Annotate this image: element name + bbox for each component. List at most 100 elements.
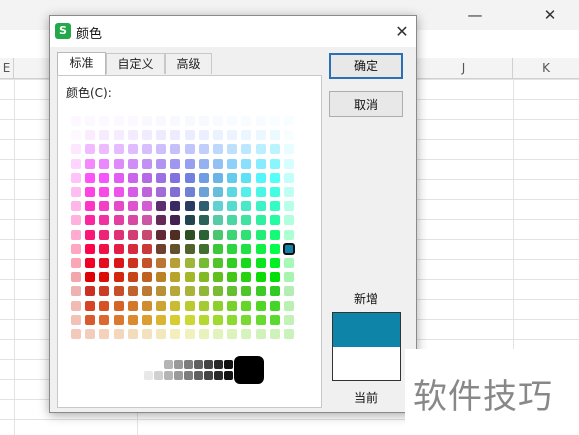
color-swatch[interactable] bbox=[85, 116, 96, 126]
color-swatch[interactable] bbox=[241, 158, 252, 169]
color-swatch[interactable] bbox=[170, 116, 181, 126]
color-swatch[interactable] bbox=[213, 116, 223, 126]
color-swatch[interactable] bbox=[71, 300, 81, 311]
color-swatch[interactable] bbox=[255, 272, 266, 283]
color-swatch[interactable] bbox=[255, 215, 266, 226]
color-swatch[interactable] bbox=[284, 187, 294, 197]
color-swatch[interactable] bbox=[227, 201, 238, 212]
color-swatch[interactable] bbox=[127, 300, 138, 311]
color-swatch[interactable] bbox=[142, 329, 152, 339]
color-swatch[interactable] bbox=[85, 215, 96, 226]
color-swatch[interactable] bbox=[213, 172, 223, 183]
color-swatch[interactable] bbox=[142, 300, 152, 311]
gray-swatch[interactable] bbox=[204, 360, 213, 369]
color-swatch[interactable] bbox=[170, 172, 181, 183]
color-swatch[interactable] bbox=[71, 258, 81, 268]
color-swatch[interactable] bbox=[213, 329, 223, 339]
color-swatch[interactable] bbox=[227, 229, 238, 240]
color-swatch[interactable] bbox=[156, 144, 167, 155]
color-swatch[interactable] bbox=[255, 243, 266, 254]
color-swatch[interactable] bbox=[255, 329, 266, 339]
color-swatch[interactable] bbox=[127, 286, 138, 297]
color-swatch[interactable] bbox=[241, 286, 252, 297]
color-swatch[interactable] bbox=[198, 300, 209, 311]
color-swatch[interactable] bbox=[142, 158, 152, 169]
color-swatch[interactable] bbox=[170, 300, 181, 311]
color-swatch[interactable] bbox=[184, 272, 195, 283]
color-swatch[interactable] bbox=[227, 172, 238, 183]
color-swatch[interactable] bbox=[269, 116, 280, 126]
color-swatch[interactable] bbox=[170, 272, 181, 283]
color-swatch[interactable] bbox=[113, 215, 124, 226]
color-swatch[interactable] bbox=[213, 300, 223, 311]
color-swatch[interactable] bbox=[255, 258, 266, 268]
color-swatch[interactable] bbox=[184, 258, 195, 268]
color-swatch[interactable] bbox=[170, 201, 181, 212]
gray-swatch[interactable] bbox=[174, 360, 183, 369]
gray-swatch[interactable] bbox=[184, 360, 193, 369]
color-swatch[interactable] bbox=[241, 229, 252, 240]
color-swatch[interactable] bbox=[213, 201, 223, 212]
color-swatch[interactable] bbox=[71, 272, 81, 283]
color-swatch[interactable] bbox=[156, 314, 167, 325]
ok-button[interactable]: 确定 bbox=[329, 53, 403, 79]
color-swatch[interactable] bbox=[255, 201, 266, 212]
gray-swatch[interactable] bbox=[204, 371, 213, 380]
color-swatch[interactable] bbox=[241, 187, 252, 197]
color-swatch[interactable] bbox=[184, 116, 195, 126]
color-swatch[interactable] bbox=[198, 329, 209, 339]
color-swatch[interactable] bbox=[241, 300, 252, 311]
color-swatch[interactable] bbox=[71, 130, 81, 141]
color-swatch[interactable] bbox=[142, 201, 152, 212]
color-swatch[interactable] bbox=[170, 329, 181, 339]
color-swatch[interactable] bbox=[113, 130, 124, 141]
color-swatch[interactable] bbox=[284, 300, 294, 311]
color-swatch[interactable] bbox=[71, 215, 81, 226]
color-swatch[interactable] bbox=[241, 329, 252, 339]
color-swatch[interactable] bbox=[170, 215, 181, 226]
color-swatch[interactable] bbox=[156, 116, 167, 126]
color-swatch[interactable] bbox=[113, 272, 124, 283]
color-swatch[interactable] bbox=[227, 258, 238, 268]
color-swatch[interactable] bbox=[255, 144, 266, 155]
color-swatch[interactable] bbox=[142, 116, 152, 126]
color-swatch[interactable] bbox=[213, 187, 223, 197]
color-swatch[interactable] bbox=[241, 243, 252, 254]
color-swatch[interactable] bbox=[99, 329, 110, 339]
color-swatch[interactable] bbox=[85, 329, 96, 339]
color-swatch[interactable] bbox=[99, 258, 110, 268]
gray-swatch[interactable] bbox=[174, 371, 183, 380]
color-swatch[interactable] bbox=[184, 144, 195, 155]
color-swatch[interactable] bbox=[127, 329, 138, 339]
color-swatch[interactable] bbox=[255, 187, 266, 197]
color-swatch[interactable] bbox=[156, 215, 167, 226]
gray-swatch[interactable] bbox=[164, 360, 173, 369]
color-swatch[interactable] bbox=[269, 272, 280, 283]
color-swatch[interactable] bbox=[85, 144, 96, 155]
color-swatch[interactable] bbox=[85, 258, 96, 268]
color-swatch[interactable] bbox=[71, 172, 81, 183]
color-swatch[interactable] bbox=[284, 130, 294, 141]
color-swatch[interactable] bbox=[227, 286, 238, 297]
color-swatch[interactable] bbox=[284, 215, 294, 226]
color-swatch[interactable] bbox=[227, 158, 238, 169]
color-swatch[interactable] bbox=[170, 229, 181, 240]
color-swatch[interactable] bbox=[113, 187, 124, 197]
color-swatch[interactable] bbox=[127, 243, 138, 254]
color-swatch[interactable] bbox=[213, 130, 223, 141]
color-swatch[interactable] bbox=[284, 314, 294, 325]
color-swatch[interactable] bbox=[284, 329, 294, 339]
color-swatch[interactable] bbox=[113, 172, 124, 183]
color-swatch[interactable] bbox=[156, 172, 167, 183]
color-swatch[interactable] bbox=[99, 187, 110, 197]
color-swatch[interactable] bbox=[269, 243, 280, 254]
color-swatch[interactable] bbox=[85, 314, 96, 325]
color-swatch[interactable] bbox=[241, 130, 252, 141]
color-swatch[interactable] bbox=[71, 116, 81, 126]
color-swatch[interactable] bbox=[269, 158, 280, 169]
color-swatch[interactable] bbox=[142, 272, 152, 283]
color-swatch[interactable] bbox=[85, 272, 96, 283]
color-swatch[interactable] bbox=[184, 172, 195, 183]
color-swatch[interactable] bbox=[227, 116, 238, 126]
color-swatch[interactable] bbox=[269, 172, 280, 183]
